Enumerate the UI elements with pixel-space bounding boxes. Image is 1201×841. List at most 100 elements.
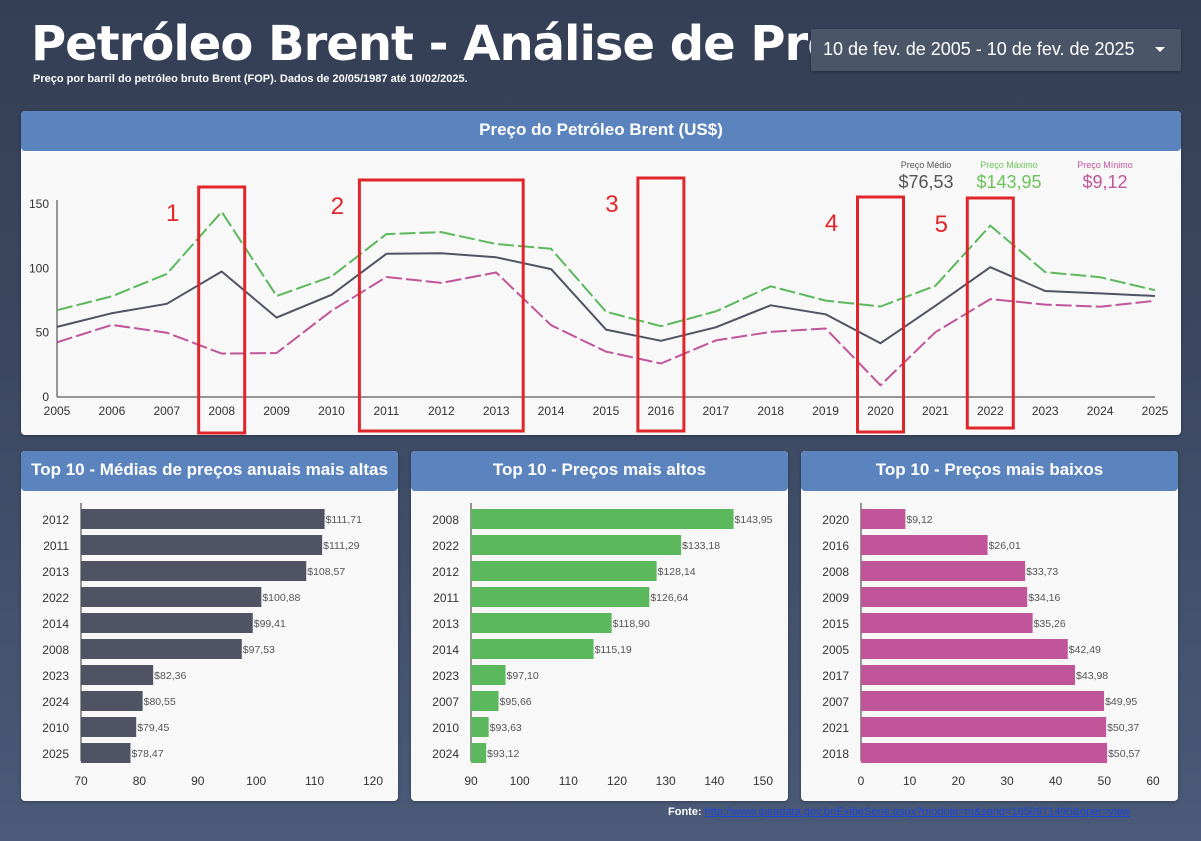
bar: [861, 743, 1108, 763]
bar-category-label: 2022: [432, 539, 459, 553]
page-title: Petróleo Brent - Análise de Preço: [31, 16, 899, 72]
y-tick-label: 0: [42, 390, 49, 404]
bar: [861, 561, 1026, 581]
bar-category-label: 2012: [42, 513, 69, 527]
x-tick-label: 100: [246, 774, 266, 788]
min-bar-panel: Top 10 - Preços mais baixos 2020 $9,12 201…: [801, 451, 1178, 801]
bar-category-label: 2015: [822, 617, 849, 631]
bar-value-label: $97,10: [507, 670, 539, 682]
annotation-number: 2: [331, 193, 344, 220]
bar: [471, 743, 487, 763]
bar-value-label: $93,12: [487, 748, 519, 760]
x-tick-label: 2014: [538, 404, 565, 418]
bar-category-label: 2020: [822, 513, 849, 527]
annotation-number: 5: [935, 211, 948, 238]
bar-category-label: 2016: [822, 539, 849, 553]
x-tick-label: 80: [133, 774, 147, 788]
x-tick-label: 120: [363, 774, 383, 788]
y-tick-label: 50: [36, 326, 50, 340]
line-chart: 0 50 100 150 2005 2006 2007 2008 2009 2010 2011 201…: [29, 160, 1169, 435]
bar: [471, 613, 612, 633]
bar: [81, 639, 242, 659]
kpi-label: Preço Médio: [901, 160, 952, 170]
x-tick-label: 150: [753, 774, 773, 788]
x-tick-label: 2010: [318, 404, 345, 418]
caret-down-icon: [1155, 47, 1165, 52]
bar-value-label: $35,26: [1034, 618, 1066, 630]
bar: [471, 717, 489, 737]
bar-value-label: $115,19: [595, 644, 632, 656]
bar-category-label: 2010: [42, 721, 69, 735]
bar-value-label: $50,57: [1108, 748, 1140, 760]
x-tick-label: 2013: [483, 404, 510, 418]
bar-value-label: $118,90: [613, 618, 650, 630]
bar-value-label: $26,01: [989, 540, 1021, 552]
annotation-number: 1: [166, 200, 179, 227]
kpi-value: $9,12: [1082, 172, 1127, 192]
x-tick-label: 40: [1049, 774, 1063, 788]
bar: [81, 717, 137, 737]
x-tick-label: 2018: [757, 404, 784, 418]
bar-category-label: 2025: [42, 747, 69, 761]
bar-value-label: $97,53: [243, 644, 275, 656]
bar-value-label: $111,29: [323, 540, 360, 552]
bar-category-label: 2005: [822, 643, 849, 657]
x-tick-label: 2020: [867, 404, 894, 418]
date-range-picker[interactable]: 10 de fev. de 2005 - 10 de fev. de 2025: [811, 29, 1181, 71]
y-tick-label: 100: [29, 261, 49, 275]
bar-value-label: $9,12: [906, 514, 932, 526]
bar: [861, 509, 906, 529]
bar-value-label: $95,66: [500, 696, 532, 708]
x-tick-label: 60: [1146, 774, 1160, 788]
x-tick-label: 30: [1000, 774, 1014, 788]
x-tick-label: 120: [607, 774, 627, 788]
bar-value-label: $34,16: [1028, 592, 1060, 604]
x-tick-label: 130: [656, 774, 676, 788]
bar-value-label: $49,95: [1105, 696, 1137, 708]
bar: [81, 535, 323, 555]
bar-value-label: $80,55: [144, 696, 176, 708]
bar: [861, 717, 1107, 737]
bar-category-label: 2024: [432, 747, 459, 761]
bar: [861, 665, 1076, 685]
avg-bar-panel: Top 10 - Médias de preços anuais mais al…: [21, 451, 398, 801]
x-tick-label: 100: [510, 774, 530, 788]
bar-value-label: $79,45: [137, 722, 169, 734]
bar-value-label: $93,63: [490, 722, 522, 734]
bar-category-label: 2017: [822, 669, 849, 683]
bar-category-label: 2024: [42, 695, 69, 709]
x-tick-label: 10: [903, 774, 917, 788]
bar: [81, 587, 262, 607]
x-tick-label: 2009: [263, 404, 290, 418]
annotation-box: [197, 185, 247, 435]
bar-category-label: 2011: [43, 539, 69, 553]
annotation-number: 3: [605, 191, 618, 218]
x-tick-label: 2017: [702, 404, 729, 418]
bar: [471, 691, 499, 711]
x-tick-label: 0: [858, 774, 865, 788]
bar-category-label: 2007: [822, 695, 849, 709]
bar: [81, 561, 307, 581]
bar: [861, 613, 1033, 633]
x-tick-label: 2011: [373, 404, 399, 418]
x-tick-label: 2019: [812, 404, 839, 418]
bar: [861, 691, 1105, 711]
annotation-box: [357, 178, 525, 433]
source-footer: Fonte: http://www.ipeadata.gov.br/ExibeS…: [668, 806, 1130, 818]
series-line-maximum: [56, 210, 1156, 328]
bar-category-label: 2008: [432, 513, 459, 527]
x-tick-label: 140: [704, 774, 724, 788]
x-tick-label: 110: [305, 774, 324, 788]
bar-category-label: 2012: [432, 565, 459, 579]
bar: [471, 665, 506, 685]
x-tick-label: 110: [559, 774, 578, 788]
source-link[interactable]: http://www.ipeadata.gov.br/ExibeSerie.as…: [705, 806, 1131, 818]
bar: [861, 535, 988, 555]
bar-category-label: 2013: [42, 565, 69, 579]
bar-value-label: $143,95: [735, 514, 773, 526]
y-tick-label: 150: [29, 197, 49, 211]
page-subtitle: Preço por barril do petróleo bruto Brent…: [33, 73, 468, 85]
bar-category-label: 2021: [822, 721, 849, 735]
x-tick-label: 2012: [428, 404, 455, 418]
avg-bar-chart: 2012 $111,71 2011 $111,29 2013 $108,57 2022 $10…: [42, 503, 383, 788]
